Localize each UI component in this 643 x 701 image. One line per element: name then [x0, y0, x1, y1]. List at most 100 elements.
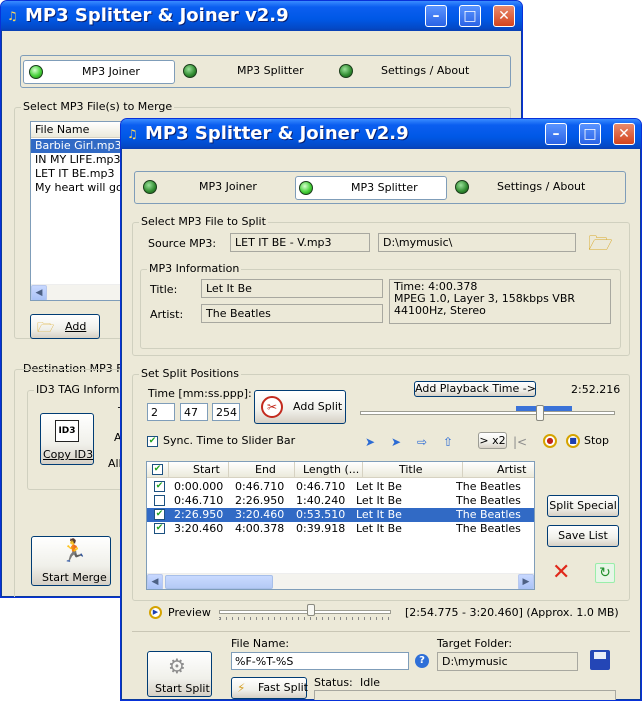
tab-settings-about[interactable]: Settings / About — [453, 176, 623, 200]
add-playback-time-button[interactable]: Add Playback Time -> — [414, 381, 536, 397]
preview-thumb[interactable] — [307, 604, 315, 616]
row-checkbox[interactable]: ✔ — [154, 523, 165, 534]
maximize-button[interactable]: □ — [459, 5, 481, 27]
column-header-title[interactable]: Title — [363, 462, 463, 478]
copy-id3-button[interactable]: ID3 Copy ID3 — [40, 413, 94, 465]
scroll-right-icon[interactable]: ▶ — [518, 574, 534, 589]
row-checkbox[interactable]: ✔ — [154, 481, 165, 492]
joiner-titlebar[interactable]: ♫ MP3 Splitter & Joiner v2.9 – □ ✕ — [1, 1, 522, 31]
close-button[interactable]: ✕ — [613, 123, 635, 145]
list-item[interactable]: My heart will go ... — [31, 181, 129, 195]
running-man-icon: 🏃 — [60, 539, 88, 564]
source-label: Source MP3: — [148, 237, 217, 250]
preview-label[interactable]: Preview — [168, 606, 211, 619]
split-list-hscrollbar[interactable]: ◀ ▶ — [147, 573, 534, 589]
splitter-titlebar[interactable]: ♫ MP3 Splitter & Joiner v2.9 – □ ✕ — [121, 119, 641, 149]
status-led-icon — [339, 64, 353, 78]
column-header-file-name[interactable]: File Name — [31, 122, 129, 138]
table-row[interactable]: ✔ 2:26.950 3:20.460 0:53.510 Let It Be T… — [147, 508, 534, 522]
add-button[interactable]: 🗁 Add — [30, 314, 100, 339]
help-icon[interactable]: ? — [415, 654, 429, 668]
tab-label: MP3 Joiner — [199, 180, 257, 193]
move-down-icon[interactable]: ➤ — [391, 435, 401, 449]
folder-open-icon: 🗁 — [37, 320, 55, 336]
add-split-button[interactable]: ✂ Add Split — [254, 390, 346, 424]
tab-mp3-splitter[interactable]: MP3 Splitter — [181, 60, 331, 84]
list-hscrollbar[interactable]: ◀ — [31, 284, 129, 300]
splitter-window-title: MP3 Splitter & Joiner v2.9 — [145, 123, 409, 144]
playback-slider[interactable] — [360, 405, 615, 421]
play-pause-icon[interactable]: ● — [543, 434, 557, 448]
row-checkbox[interactable]: ✔ — [154, 509, 165, 520]
time-minutes-input[interactable]: 2 — [147, 403, 175, 421]
column-header-artist[interactable]: Artist — [463, 462, 534, 478]
slider-thumb[interactable] — [536, 405, 544, 421]
sync-checkbox[interactable]: ✔ — [147, 436, 158, 447]
scroll-thumb[interactable] — [165, 575, 273, 589]
browse-folder-icon[interactable]: 🗁 — [588, 229, 613, 263]
column-header-check[interactable]: ✔ — [147, 462, 169, 478]
table-row[interactable]: 0:46.710 2:26.950 1:40.240 Let It Be The… — [147, 494, 534, 508]
scroll-left-icon[interactable]: ◀ — [31, 285, 47, 300]
refresh-icon[interactable]: ↻ — [595, 563, 615, 583]
preview-icon[interactable]: ▶ — [149, 606, 162, 619]
minimize-button[interactable]: – — [425, 5, 447, 27]
close-button[interactable]: ✕ — [493, 5, 515, 27]
move-bottom-icon[interactable]: ⇧ — [443, 435, 453, 449]
list-item[interactable]: Barbie Girl.mp3 — [31, 139, 129, 153]
sync-label[interactable]: Sync. Time to Slider Bar — [163, 434, 295, 447]
stop-icon[interactable]: ■ — [566, 434, 580, 448]
target-folder-label: Target Folder: — [437, 637, 513, 650]
cell-title: Let It Be — [356, 522, 402, 535]
cell-length: 0:46.710 — [296, 480, 346, 493]
row-checkbox[interactable] — [154, 495, 165, 506]
status-value: Idle — [360, 676, 381, 689]
table-row[interactable]: ✔ 0:00.000 0:46.710 0:46.710 Let It Be T… — [147, 480, 534, 494]
column-header-start[interactable]: Start — [169, 462, 229, 478]
save-disk-icon[interactable] — [590, 650, 610, 670]
scroll-left-icon[interactable]: ◀ — [147, 574, 163, 589]
cell-artist: The Beatles — [456, 494, 521, 507]
delete-icon[interactable]: ✕ — [552, 562, 570, 584]
skip-back-icon[interactable]: |< — [513, 435, 527, 449]
info-line: 44100Hz, Stereo — [394, 304, 486, 317]
list-item[interactable]: LET IT BE.mp3 — [31, 167, 129, 181]
maximize-button[interactable]: □ — [579, 123, 601, 145]
select-all-checkbox[interactable]: ✔ — [152, 464, 163, 475]
cell-artist: The Beatles — [456, 480, 521, 493]
file-name-label: File Name: — [231, 637, 290, 650]
merge-group-label: Select MP3 File(s) to Merge — [21, 100, 175, 113]
tab-mp3-splitter[interactable]: MP3 Splitter — [295, 176, 447, 200]
tab-mp3-joiner[interactable]: MP3 Joiner — [137, 176, 282, 200]
column-header-end[interactable]: End — [229, 462, 295, 478]
preview-slider[interactable] — [219, 604, 391, 620]
start-merge-button[interactable]: 🏃 Start Merge — [31, 536, 111, 586]
split-list[interactable]: ✔ Start End Length (... Title Artist ✔ 0… — [146, 461, 535, 590]
add-playback-label: Add Playback Time -> — [415, 382, 536, 395]
time-ms-input[interactable]: 254 — [212, 403, 240, 421]
time-seconds-input[interactable]: 47 — [180, 403, 208, 421]
speed-button[interactable]: > x2 — [478, 432, 507, 449]
start-merge-label: Start Merge — [42, 571, 107, 584]
cell-length: 1:40.240 — [296, 494, 346, 507]
split-special-button[interactable]: Split Special — [547, 495, 619, 517]
move-up-icon[interactable]: ➤ — [365, 435, 375, 449]
fast-split-button[interactable]: ⚡ Fast Split — [231, 677, 308, 699]
disk-label-area — [594, 652, 606, 659]
stop-label[interactable]: Stop — [584, 434, 609, 447]
start-split-button[interactable]: ⚙ Start Split — [147, 651, 212, 697]
merge-file-list[interactable]: File Name Barbie Girl.mp3 IN MY LIFE.mp3… — [30, 121, 130, 301]
cell-end: 4:00.378 — [235, 522, 285, 535]
list-item[interactable]: IN MY LIFE.mp3 — [31, 153, 129, 167]
tab-settings-about[interactable]: Settings / About — [336, 60, 506, 84]
destination-group: ID3 TAG Informati ID3 Copy ID3 T A Alb 🏃… — [14, 369, 136, 597]
cell-artist: The Beatles — [456, 508, 521, 521]
move-top-icon[interactable]: ⇨ — [417, 435, 427, 449]
tab-mp3-joiner[interactable]: MP3 Joiner — [23, 60, 175, 84]
minimize-button[interactable]: – — [545, 123, 567, 145]
cell-title: Let It Be — [356, 494, 402, 507]
save-list-button[interactable]: Save List — [547, 525, 619, 547]
table-row[interactable]: ✔ 3:20.460 4:00.378 0:39.918 Let It Be T… — [147, 522, 534, 536]
file-name-input[interactable]: %F-%T-%S — [231, 652, 409, 670]
column-header-length[interactable]: Length (... — [295, 462, 363, 478]
